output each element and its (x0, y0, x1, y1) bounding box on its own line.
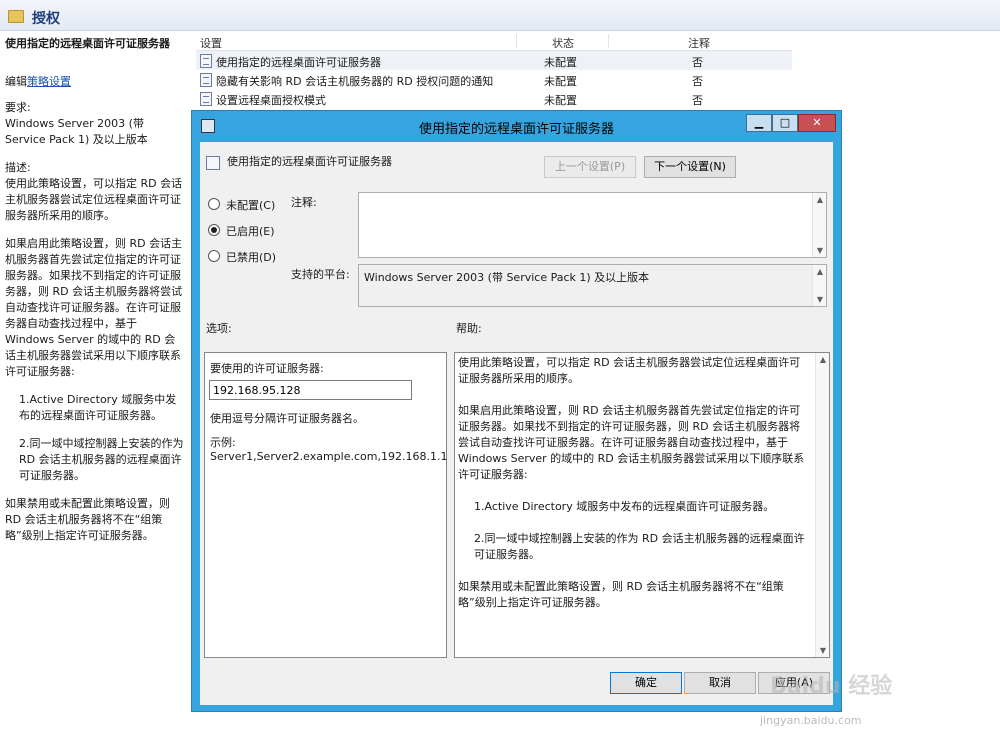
radio-label: 未配置(C) (226, 199, 276, 212)
policy-setting-icon (200, 92, 212, 106)
platform-label: 支持的平台: (291, 268, 350, 281)
dialog-title: 使用指定的远程桌面许可证服务器 (418, 122, 614, 137)
dialog-header-title: 使用指定的远程桌面许可证服务器 (227, 155, 392, 168)
settings-list-header: 设置 状态 注释 (196, 32, 792, 51)
radio-indicator[interactable] (208, 198, 220, 210)
settings-list-row[interactable]: 使用指定的远程桌面许可证服务器 未配置 否 (196, 51, 792, 70)
help-paragraph: 使用此策略设置，可以指定 RD 会话主机服务器尝试定位远程桌面许可证服务器所采用… (458, 356, 801, 385)
radio-label: 已启用(E) (226, 225, 275, 238)
scroll-up-icon[interactable]: ▲ (814, 267, 826, 276)
description-pane: 使用指定的远程桌面许可证服务器 编辑策略设置 要求: Windows Serve… (0, 30, 190, 753)
comment-scrollbar[interactable]: ▲ ▼ (812, 193, 826, 257)
edit-policy-line: 编辑策略设置 (5, 74, 185, 90)
help-paragraph: 如果禁用或未配置此策略设置，则 RD 会话主机服务器将不在“组策略”级别上指定许… (458, 580, 784, 609)
setting-state: 未配置 (544, 56, 577, 69)
watermark-url: jingyan.baidu.com (760, 714, 862, 727)
description-paragraph: 如果启用此策略设置，则 RD 会话主机服务器首先尝试定位指定的许可证服务器。如果… (5, 237, 183, 378)
policy-setting-icon (200, 73, 212, 87)
scroll-up-icon[interactable]: ▲ (814, 195, 826, 204)
settings-list-row[interactable]: 设置远程桌面授权模式 未配置 否 (196, 89, 792, 108)
description-paragraph: 1.Active Directory 域服务中发布的远程桌面许可证服务器。 (19, 393, 177, 422)
radio-indicator[interactable] (208, 250, 220, 262)
radio-label: 已禁用(D) (226, 251, 277, 264)
help-label: 帮助: (456, 322, 482, 335)
folder-icon (8, 10, 24, 23)
license-server-hint: 使用逗号分隔许可证服务器名。 (210, 412, 364, 425)
folder-header: 授权 (0, 0, 1000, 31)
example-value: Server1,Server2.example.com,192.168.1.1 (210, 450, 448, 463)
ok-button[interactable]: 确定 (610, 672, 682, 694)
help-scrollbar[interactable]: ▲ ▼ (815, 353, 829, 657)
setting-name: 隐藏有关影响 RD 会话主机服务器的 RD 授权问题的通知 (216, 75, 494, 88)
column-divider[interactable] (516, 34, 517, 48)
folder-title: 授权 (32, 11, 60, 27)
cancel-button[interactable]: 取消 (684, 672, 756, 694)
comment-label: 注释: (291, 196, 317, 209)
description-label: 描述: (5, 161, 31, 174)
policy-title: 使用指定的远程桌面许可证服务器 (5, 37, 170, 50)
policy-setting-icon (206, 156, 220, 170)
example-label: 示例: (210, 436, 236, 449)
setting-state: 未配置 (544, 94, 577, 107)
license-server-input[interactable] (209, 380, 412, 400)
dialog-titlebar[interactable]: 使用指定的远程桌面许可证服务器 ▁ □ ✕ (192, 111, 841, 141)
description-paragraph: 使用此策略设置，可以指定 RD 会话主机服务器尝试定位远程桌面许可证服务器所采用… (5, 177, 183, 222)
setting-name: 使用指定的远程桌面许可证服务器 (216, 56, 381, 69)
edit-prefix: 编辑 (5, 75, 27, 88)
edit-policy-link[interactable]: 策略设置 (27, 75, 71, 88)
policy-dialog: 使用指定的远程桌面许可证服务器 ▁ □ ✕ 使用指定的远程桌面许可证服务器 上一… (191, 110, 842, 712)
minimize-button[interactable]: ▁ (746, 114, 772, 132)
platform-scrollbar[interactable]: ▲ ▼ (812, 265, 826, 306)
platform-value: Windows Server 2003 (带 Service Pack 1) 及… (364, 271, 650, 284)
platform-field: Windows Server 2003 (带 Service Pack 1) 及… (358, 264, 827, 307)
requirements-label: 要求: (5, 101, 31, 114)
scroll-down-icon[interactable]: ▼ (814, 246, 826, 255)
help-panel: 使用此策略设置，可以指定 RD 会话主机服务器尝试定位远程桌面许可证服务器所采用… (454, 352, 830, 658)
help-paragraph: 如果启用此策略设置，则 RD 会话主机服务器首先尝试定位指定的许可证服务器。如果… (458, 404, 805, 481)
requirements-text: Windows Server 2003 (带 Service Pack 1) 及… (5, 117, 148, 146)
license-server-label: 要使用的许可证服务器: (210, 362, 324, 375)
previous-setting-button[interactable]: 上一个设置(P) (544, 156, 636, 178)
setting-note: 否 (692, 94, 703, 107)
column-header-setting[interactable]: 设置 (200, 35, 222, 51)
policy-setting-icon (200, 54, 212, 68)
help-paragraph: 2.同一域中域控制器上安装的作为 RD 会话主机服务器的远程桌面许可证服务器。 (474, 532, 805, 561)
setting-note: 否 (692, 75, 703, 88)
scroll-down-icon[interactable]: ▼ (814, 295, 826, 304)
options-panel: 要使用的许可证服务器: 使用逗号分隔许可证服务器名。 示例: Server1,S… (204, 352, 447, 658)
radio-indicator[interactable] (208, 224, 220, 236)
description-paragraph: 2.同一域中域控制器上安装的作为 RD 会话主机服务器的远程桌面许可证服务器。 (19, 437, 184, 482)
options-label: 选项: (206, 322, 232, 335)
column-header-note[interactable]: 注释 (688, 35, 710, 51)
setting-state: 未配置 (544, 75, 577, 88)
setting-note: 否 (692, 56, 703, 69)
help-text: 使用此策略设置，可以指定 RD 会话主机服务器尝试定位远程桌面许可证服务器所采用… (458, 355, 810, 627)
help-paragraph: 1.Active Directory 域服务中发布的远程桌面许可证服务器。 (474, 500, 775, 513)
baidu-watermark: Baidu 经验 (770, 674, 893, 699)
maximize-button[interactable]: □ (772, 114, 798, 132)
column-divider[interactable] (608, 34, 609, 48)
settings-list-row[interactable]: 隐藏有关影响 RD 会话主机服务器的 RD 授权问题的通知 未配置 否 (196, 70, 792, 89)
column-header-state[interactable]: 状态 (552, 35, 574, 51)
scroll-down-icon[interactable]: ▼ (817, 646, 829, 655)
close-button[interactable]: ✕ (798, 114, 836, 132)
scroll-up-icon[interactable]: ▲ (817, 355, 829, 364)
next-setting-button[interactable]: 下一个设置(N) (644, 156, 736, 178)
dialog-client: 使用指定的远程桌面许可证服务器 上一个设置(P) 下一个设置(N) 未配置(C)… (200, 142, 833, 705)
comment-textarea[interactable]: ▲ ▼ (358, 192, 827, 258)
description-paragraph: 如果禁用或未配置此策略设置，则 RD 会话主机服务器将不在“组策略”级别上指定许… (5, 497, 170, 542)
setting-name: 设置远程桌面授权模式 (216, 94, 326, 107)
